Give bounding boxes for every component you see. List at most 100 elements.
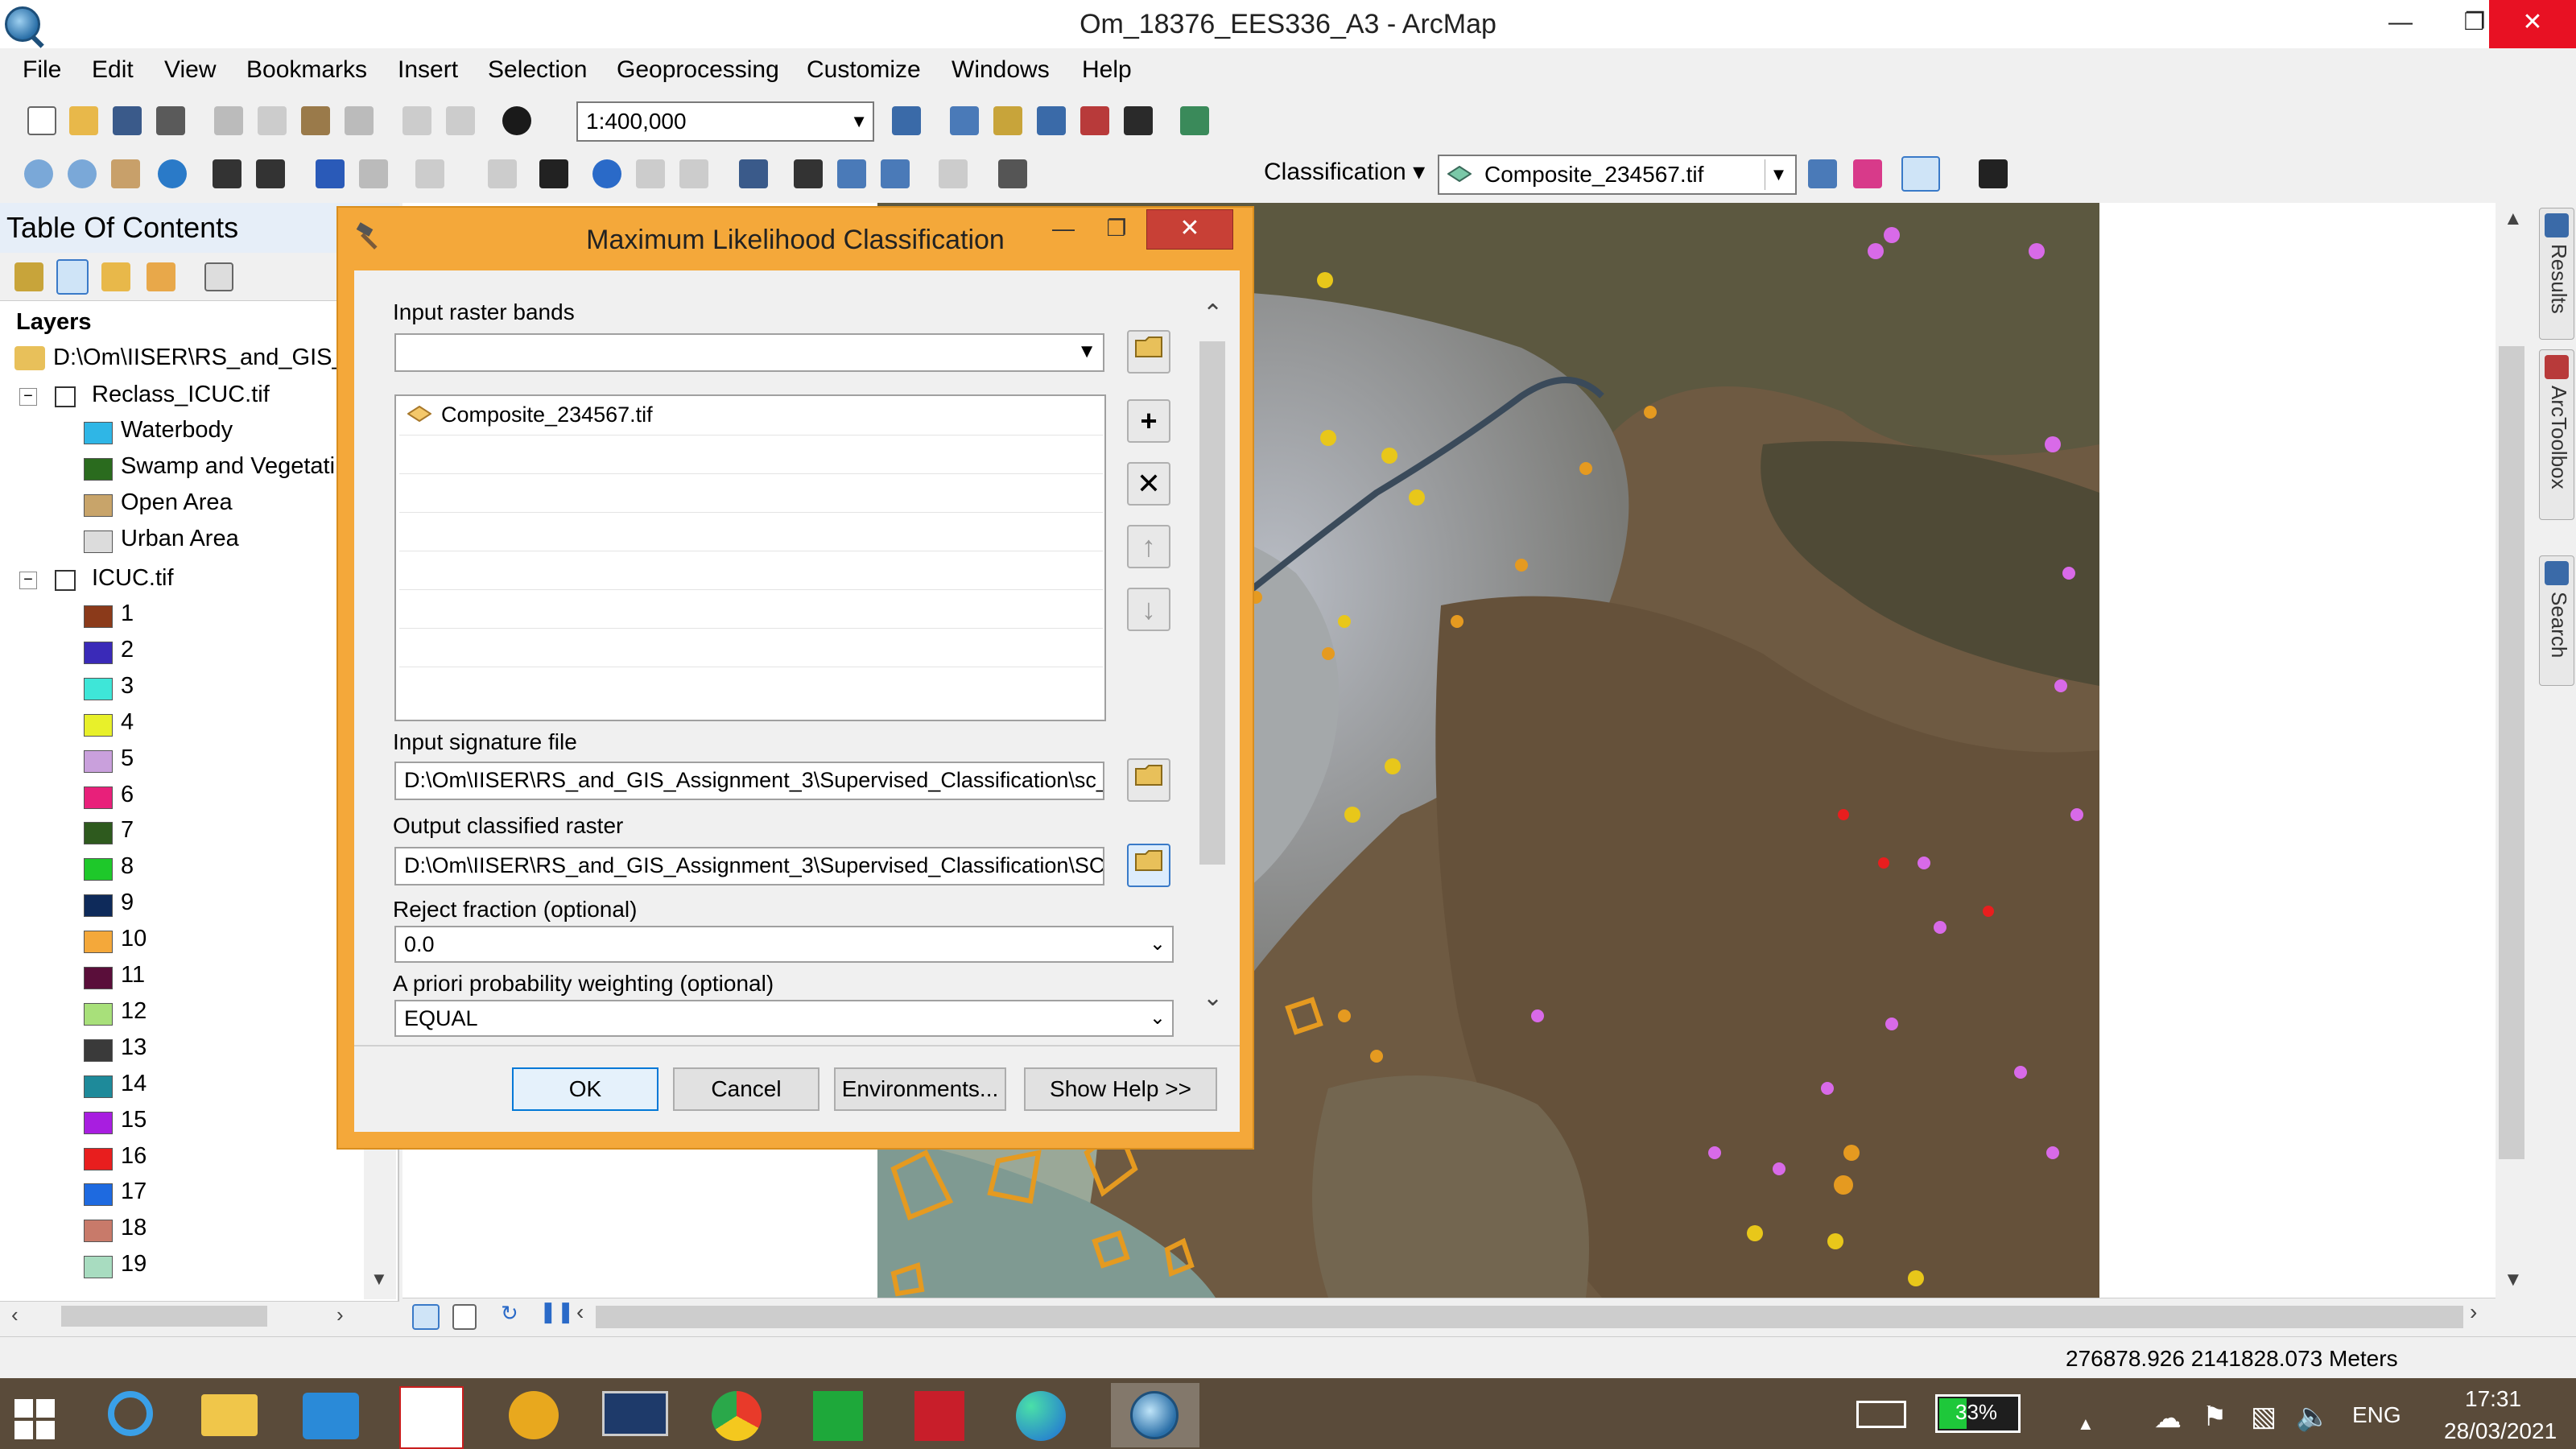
icuc-class-label[interactable]: 9 <box>121 890 134 916</box>
icuc-class-label[interactable]: 19 <box>121 1251 147 1278</box>
keyboard-icon[interactable] <box>1856 1401 1906 1428</box>
icuc-class-label[interactable]: 5 <box>121 745 134 772</box>
icuc-class-label[interactable]: 10 <box>121 926 147 952</box>
reclass-class-swatch[interactable] <box>84 530 113 553</box>
reclass-class-label[interactable]: Urban Area <box>121 526 239 552</box>
chevron-down-icon[interactable]: ▼ <box>850 103 868 140</box>
pan-icon[interactable] <box>111 159 140 188</box>
icuc-class-label[interactable]: 14 <box>121 1071 147 1097</box>
icuc-class-label[interactable]: 2 <box>121 637 134 663</box>
icuc-class-label[interactable]: 4 <box>121 709 134 736</box>
icuc-class-swatch[interactable] <box>84 822 113 845</box>
icuc-class-swatch[interactable] <box>84 1183 113 1207</box>
refresh-icon[interactable]: ↻ <box>501 1301 518 1326</box>
battery-indicator[interactable]: 33% <box>1935 1394 2021 1433</box>
forward-arrow-icon[interactable] <box>359 159 388 188</box>
icuc-class-swatch[interactable] <box>84 713 113 737</box>
output-raster-input[interactable]: D:\Om\IISER\RS_and_GIS_Assignment_3\Supe… <box>394 847 1104 886</box>
ok-button[interactable]: OK <box>512 1067 658 1111</box>
headphones-app-icon[interactable] <box>489 1383 578 1447</box>
back-arrow-icon[interactable] <box>316 159 345 188</box>
3d-viewer-icon[interactable] <box>895 1383 984 1447</box>
reclass-class-label[interactable]: Open Area <box>121 489 233 516</box>
draw-polygon-icon[interactable] <box>1901 156 1940 192</box>
icuc-class-swatch[interactable] <box>84 858 113 881</box>
browse-signature-button[interactable] <box>1127 758 1170 802</box>
icuc-class-swatch[interactable] <box>84 967 113 989</box>
delete-icon[interactable] <box>345 106 374 135</box>
icuc-class-label[interactable]: 13 <box>121 1034 147 1061</box>
model-builder-icon[interactable] <box>1180 106 1209 135</box>
menu-geoprocessing[interactable]: Geoprocessing <box>617 56 779 84</box>
mail-icon[interactable] <box>287 1383 375 1447</box>
dialog-close-button[interactable]: ✕ <box>1146 209 1233 250</box>
reclass-class-swatch[interactable] <box>84 457 113 481</box>
volume-icon[interactable]: 🔈 <box>2296 1401 2330 1433</box>
toc-scroll-thumb[interactable] <box>61 1306 267 1327</box>
layers-data-frame[interactable]: Layers <box>16 309 92 336</box>
scroll-left-arrow-icon[interactable]: ‹ <box>576 1299 584 1325</box>
identify-icon[interactable] <box>592 159 621 188</box>
icuc-class-label[interactable]: 18 <box>121 1215 147 1241</box>
arctoolbox-tab[interactable]: ArcToolbox <box>2539 349 2574 520</box>
chevron-down-icon[interactable]: ▼ <box>1077 335 1096 369</box>
toc-options-icon[interactable] <box>204 262 233 291</box>
copy-icon[interactable] <box>258 106 287 135</box>
measure-icon[interactable] <box>739 159 768 188</box>
reclass-class-label[interactable]: Waterbody <box>121 417 233 444</box>
environments-button[interactable]: Environments... <box>834 1067 1006 1111</box>
icuc-class-label[interactable]: 16 <box>121 1143 147 1170</box>
language-indicator[interactable]: ENG <box>2352 1402 2401 1428</box>
scroll-down-arrow-icon[interactable]: ▼ <box>370 1269 388 1290</box>
data-view-icon[interactable] <box>412 1304 440 1330</box>
list-by-selection-icon[interactable] <box>147 262 175 291</box>
chevron-down-icon[interactable]: ⌄ <box>1150 1001 1166 1035</box>
catalog-icon[interactable] <box>993 106 1022 135</box>
fixed-zoom-out-icon[interactable] <box>256 159 285 188</box>
icuc-class-swatch[interactable] <box>84 641 113 664</box>
menu-edit[interactable]: Edit <box>92 56 134 84</box>
browse-output-button[interactable] <box>1127 844 1170 887</box>
add-data-icon[interactable] <box>502 106 531 135</box>
redo-icon[interactable] <box>446 106 475 135</box>
icuc-class-label[interactable]: 17 <box>121 1179 147 1205</box>
chevron-down-icon[interactable]: ⌄ <box>1150 927 1166 961</box>
microsoft-store-icon[interactable] <box>794 1383 882 1447</box>
python-window-icon[interactable] <box>1124 106 1153 135</box>
icuc-class-swatch[interactable] <box>84 1147 113 1170</box>
icuc-class-swatch[interactable] <box>84 1256 113 1279</box>
reject-fraction-combo[interactable]: 0.0 ⌄ <box>394 926 1174 963</box>
table-of-contents-icon[interactable] <box>950 106 979 135</box>
icuc-class-label[interactable]: 7 <box>121 817 134 844</box>
map-hscroll-thumb[interactable] <box>596 1306 2463 1328</box>
icuc-class-swatch[interactable] <box>84 1038 113 1062</box>
icuc-class-swatch[interactable] <box>84 1075 113 1098</box>
list-by-visibility-icon[interactable] <box>101 262 130 291</box>
icuc-class-label[interactable]: 8 <box>121 853 134 880</box>
adobe-reader-icon[interactable] <box>388 1383 477 1449</box>
menu-bookmarks[interactable]: Bookmarks <box>246 56 367 84</box>
chevron-up-icon[interactable]: ⌃ <box>1203 299 1223 328</box>
onedrive-icon[interactable]: ☁ <box>2154 1402 2182 1435</box>
scroll-left-arrow-icon[interactable]: ‹ <box>11 1302 19 1327</box>
show-help-button[interactable]: Show Help >> <box>1024 1067 1217 1111</box>
html-popup-icon[interactable] <box>679 159 708 188</box>
menu-help[interactable]: Help <box>1082 56 1132 84</box>
reclass-layer-checkbox[interactable] <box>55 386 76 407</box>
reclass-class-label[interactable]: Swamp and Vegetati <box>121 453 335 480</box>
go-to-xy-icon[interactable] <box>881 159 910 188</box>
icuc-class-label[interactable]: 6 <box>121 782 134 808</box>
menu-customize[interactable]: Customize <box>807 56 921 84</box>
hyperlink-icon[interactable] <box>636 159 665 188</box>
icuc-class-swatch[interactable] <box>84 677 113 700</box>
chevron-down-icon[interactable]: ▼ <box>1765 159 1792 190</box>
clock-time[interactable]: 17:31 <box>2465 1386 2521 1412</box>
browse-bands-button[interactable] <box>1127 330 1170 374</box>
icuc-layer-checkbox[interactable] <box>55 570 76 591</box>
scroll-right-arrow-icon[interactable]: › <box>336 1302 344 1327</box>
icuc-class-swatch[interactable] <box>84 605 113 628</box>
paste-icon[interactable] <box>301 106 330 135</box>
lenovo-app-icon[interactable] <box>591 1383 679 1447</box>
list-by-drawing-order-icon[interactable] <box>14 262 43 291</box>
flag-icon[interactable]: ⚑ <box>2202 1401 2227 1433</box>
